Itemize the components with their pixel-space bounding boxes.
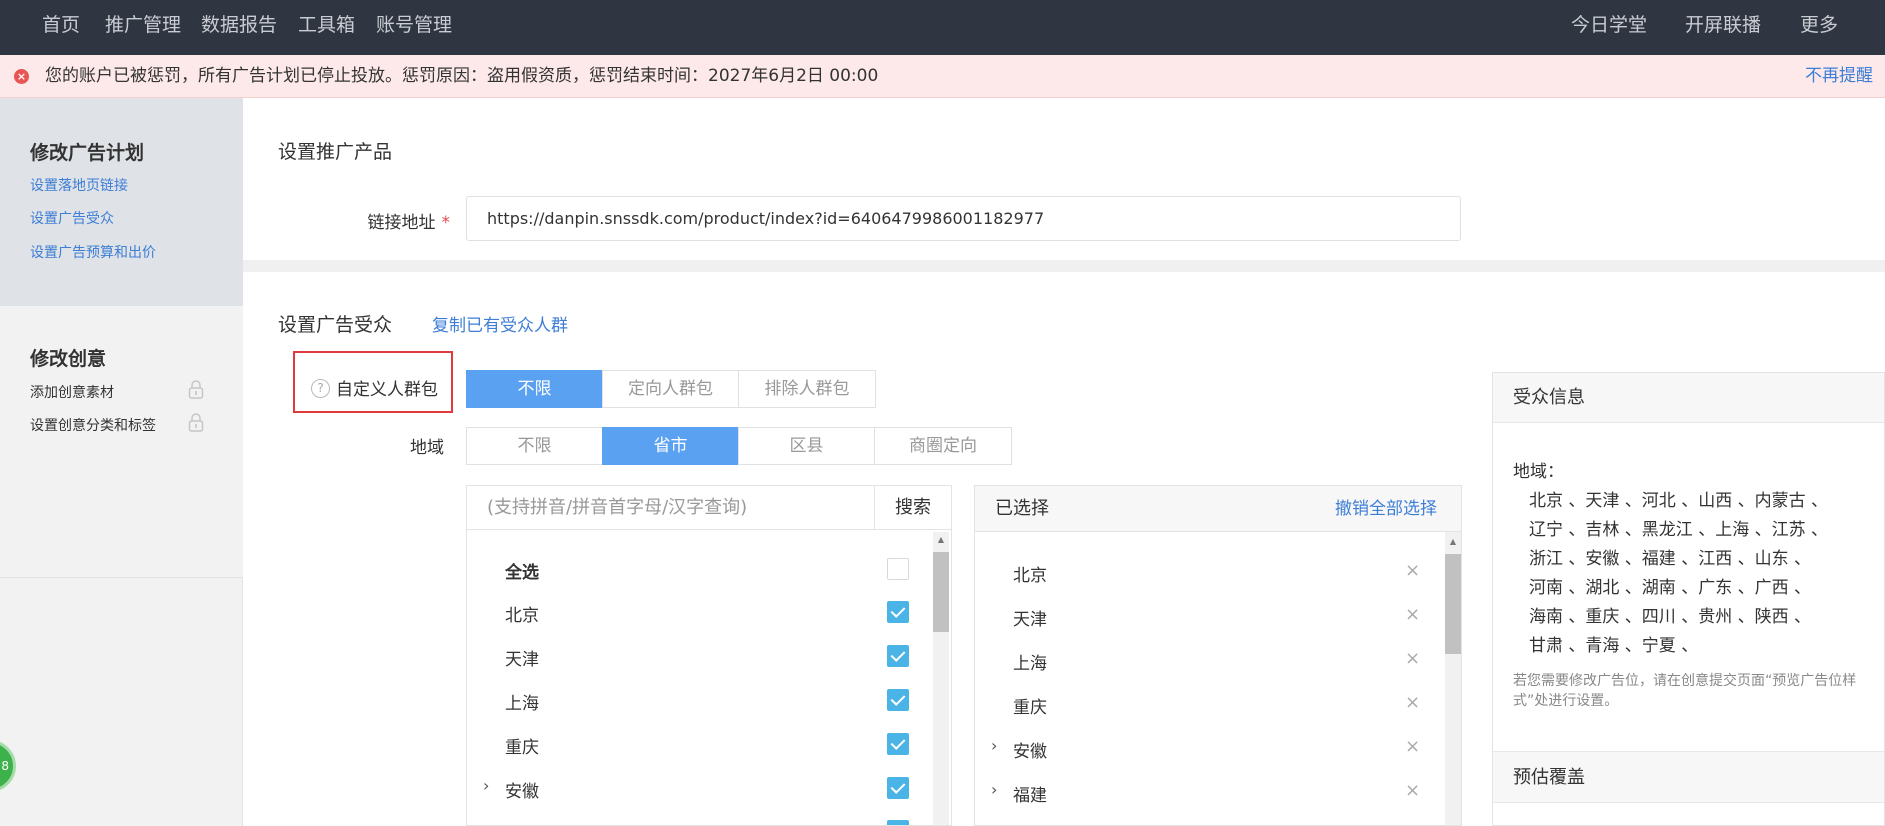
nav-item-promotion[interactable]: 推广管理 (105, 0, 181, 55)
sidebar-plan-title: 修改广告计划 (30, 142, 145, 164)
province-checkbox[interactable] (887, 601, 909, 623)
scroll-up-arrow-icon[interactable]: ▲ (1445, 534, 1461, 550)
sidebar-plan-section: 修改广告计划 设置落地页链接 设置广告受众 设置广告预算和出价 (0, 98, 243, 306)
sidebar-creative-title: 修改创意 (30, 348, 107, 370)
info-region-line: 北京 、天津 、河北 、山西 、内蒙古 、 (1529, 491, 1829, 511)
info-region-line: 河南 、湖北 、湖南 、广东 、广西 、 (1529, 578, 1812, 598)
custom-audience-option-excluded[interactable]: 排除人群包 (738, 370, 876, 408)
selected-row-label: 福建 (1013, 786, 1047, 806)
clear-all-selection-link[interactable]: 撤销全部选择 (1335, 486, 1437, 532)
sidebar-creative-section: 修改创意 添加创意素材 设置创意分类和标签 (0, 306, 243, 578)
sidebar-link-landing-page[interactable]: 设置落地页链接 (30, 175, 128, 195)
nav-item-toolbox[interactable]: 工具箱 (298, 0, 355, 55)
province-list-panel: (支持拼音/拼音首字母/汉字查询) 搜索 全选 北京 天津 上海 重庆 › 安徽… (466, 485, 952, 826)
province-row-label: 重庆 (505, 738, 539, 758)
select-all-checkbox[interactable] (887, 558, 909, 580)
chevron-right-icon[interactable]: › (483, 776, 489, 795)
selected-row-label: 上海 (1013, 654, 1047, 674)
lock-icon (188, 380, 204, 399)
remove-icon[interactable]: × (1405, 560, 1420, 581)
sidebar-item-creative-category[interactable]: 设置创意分类和标签 (30, 415, 156, 435)
selected-row-label: 北京 (1013, 566, 1047, 586)
scroll-up-arrow-icon[interactable]: ▲ (933, 532, 949, 548)
link-address-input[interactable]: https://danpin.snssdk.com/product/index?… (466, 196, 1461, 241)
error-icon: × (14, 69, 29, 84)
region-option-business-circle[interactable]: 商圈定向 (874, 427, 1012, 465)
nav-item-home[interactable]: 首页 (42, 0, 80, 55)
region-option-unlimited[interactable]: 不限 (466, 427, 603, 465)
nav-item-splash-broadcast[interactable]: 开屏联播 (1685, 0, 1761, 55)
custom-audience-option-targeted[interactable]: 定向人群包 (602, 370, 739, 408)
top-navigation-bar: 首页 推广管理 数据报告 工具箱 账号管理 今日学堂 开屏联播 更多 (0, 0, 1885, 55)
province-checkbox[interactable] (887, 689, 909, 711)
sidebar: 修改广告计划 设置落地页链接 设置广告受众 设置广告预算和出价 修改创意 添加创… (0, 98, 243, 826)
section-divider (243, 260, 1885, 272)
select-all-label: 全选 (505, 563, 539, 583)
custom-audience-option-unlimited[interactable]: 不限 (466, 370, 603, 408)
region-option-province-city[interactable]: 省市 (602, 427, 739, 465)
province-checkbox[interactable] (887, 777, 909, 799)
penalty-alert-bar: × 您的账户已被惩罚，所有广告计划已停止投放。惩罚原因：盗用假资质，惩罚结束时间… (0, 55, 1885, 98)
selected-title: 已选择 (995, 498, 1049, 519)
info-region-line: 辽宁 、吉林 、黑龙江 、上海 、江苏 、 (1529, 520, 1829, 540)
info-note: 若您需要修改广告位，请在创意提交页面“预览广告位样式”处进行设置。 (1513, 673, 1857, 709)
region-option-district[interactable]: 区县 (738, 427, 875, 465)
info-region-line: 甘肃 、青海 、宁夏 、 (1529, 636, 1699, 656)
product-section-title: 设置推广产品 (278, 141, 393, 163)
selected-row-label: 天津 (1013, 610, 1047, 630)
province-list-scroll-thumb[interactable] (933, 552, 949, 632)
sidebar-item-add-creative[interactable]: 添加创意素材 (30, 382, 114, 402)
coverage-header: 预估覆盖 (1493, 751, 1884, 803)
selected-regions-panel: 已选择 撤销全部选择 北京 × 天津 × 上海 × 重庆 × › 安徽 × › … (974, 485, 1462, 826)
info-region-line: 浙江 、安徽 、福建 、江西 、山东 、 (1529, 549, 1812, 569)
province-checkbox[interactable] (887, 645, 909, 667)
audience-section-title: 设置广告受众 (278, 314, 393, 336)
province-search-button[interactable]: 搜索 (875, 486, 951, 530)
custom-audience-label: 自定义人群包 (336, 380, 438, 400)
audience-info-title: 受众信息 (1513, 387, 1585, 408)
region-label: 地域 (410, 438, 444, 458)
sidebar-link-budget-bid[interactable]: 设置广告预算和出价 (30, 242, 156, 262)
nav-item-account[interactable]: 账号管理 (376, 0, 452, 55)
dismiss-alert-link[interactable]: 不再提醒 (1805, 55, 1873, 98)
nav-item-today-school[interactable]: 今日学堂 (1571, 0, 1647, 55)
selected-list-scroll-thumb[interactable] (1445, 554, 1461, 654)
province-row-label: 安徽 (505, 782, 539, 802)
copy-audience-link[interactable]: 复制已有受众人群 (432, 311, 568, 336)
remove-icon[interactable]: × (1405, 604, 1420, 625)
sidebar-link-audience[interactable]: 设置广告受众 (30, 208, 114, 228)
province-row-label: 上海 (505, 694, 539, 714)
info-region-line: 海南 、重庆 、四川 、贵州 、陕西 、 (1529, 607, 1812, 627)
province-search-input[interactable]: (支持拼音/拼音首字母/汉字查询) (467, 486, 875, 530)
remove-icon[interactable]: × (1405, 648, 1420, 669)
province-row-label: 北京 (505, 606, 539, 626)
link-address-label: 链接地址 * (367, 213, 451, 233)
nav-item-more[interactable]: 更多 (1800, 0, 1838, 55)
question-circle-icon[interactable]: ? (311, 379, 330, 398)
lock-icon (188, 413, 204, 432)
selected-row-label: 重庆 (1013, 698, 1047, 718)
nav-item-reports[interactable]: 数据报告 (201, 0, 277, 55)
coverage-title: 预估覆盖 (1513, 767, 1585, 788)
remove-icon[interactable]: × (1405, 736, 1420, 757)
info-region-label: 地域： (1513, 462, 1564, 482)
province-checkbox[interactable] (887, 820, 909, 825)
remove-icon[interactable]: × (1405, 692, 1420, 713)
province-row-label: 天津 (505, 650, 539, 670)
penalty-message: 您的账户已被惩罚，所有广告计划已停止投放。惩罚原因：盗用假资质，惩罚结束时间：2… (45, 66, 879, 86)
province-checkbox[interactable] (887, 733, 909, 755)
selected-header: 已选择 撤销全部选择 (975, 486, 1461, 532)
chevron-right-icon[interactable]: › (991, 780, 997, 799)
remove-icon[interactable]: × (1405, 780, 1420, 801)
audience-info-header: 受众信息 (1493, 373, 1884, 423)
audience-info-panel: 受众信息 地域： 北京 、天津 、河北 、山西 、内蒙古 、 辽宁 、吉林 、黑… (1492, 372, 1885, 826)
chevron-right-icon[interactable]: › (991, 736, 997, 755)
selected-row-label: 安徽 (1013, 742, 1047, 762)
